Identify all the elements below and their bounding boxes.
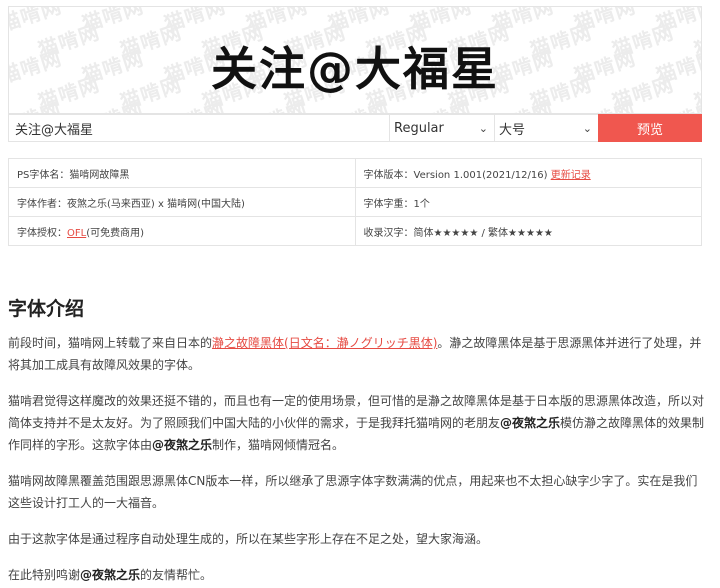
intro-paragraph: 猫啃君觉得这样魔改的效果还挺不错的，而且也有一定的使用场景，但可惜的是瀞之故障黑… <box>8 390 708 456</box>
license-cell: 字体授权：OFL(可免费商用) <box>8 216 356 246</box>
changelog-link[interactable]: 更新记录 <box>551 170 591 181</box>
author-mention: @夜煞之乐 <box>500 416 561 430</box>
preview-controls: Regular ⌄ 大号 ⌄ 预览 <box>8 114 702 142</box>
preview-text: 关注@大福星 <box>211 42 499 96</box>
intro-paragraph: 前段时间，猫啃网上转载了来自日本的瀞之故障黑体(日文名：瀞ノグリッチ黒体)。瀞之… <box>8 332 708 376</box>
size-select-value: 大号 <box>499 122 526 138</box>
info-row: 字体作者：夜煞之乐(马来西亚) x 猫啃网(中国大陆) 字体字重：1个 <box>8 187 702 217</box>
preview-text-input[interactable] <box>8 114 389 142</box>
weight-count-cell: 字体字重：1个 <box>354 187 702 217</box>
source-font-link[interactable]: 瀞之故障黑体(日文名：瀞ノグリッチ黒体) <box>212 336 437 350</box>
intro-content: 前段时间，猫啃网上转载了来自日本的瀞之故障黑体(日文名：瀞ノグリッチ黒体)。瀞之… <box>8 332 708 588</box>
info-row: PS字体名：猫啃网故障黑 字体版本：Version 1.001(2021/12/… <box>8 158 702 188</box>
weight-select[interactable]: Regular ⌄ <box>389 114 494 142</box>
text-span: 的友情帮忙。 <box>140 568 213 582</box>
license-link[interactable]: OFL <box>67 228 86 239</box>
author-mention: @夜煞之乐 <box>152 438 213 452</box>
intro-paragraph: 由于这款字体是通过程序自动处理生成的，所以在某些字形上存在不足之处，望大家海涵。 <box>8 532 489 546</box>
version-cell: 字体版本：Version 1.001(2021/12/16) 更新记录 <box>354 158 702 188</box>
version-text: 字体版本：Version 1.001(2021/12/16) <box>363 169 551 181</box>
chevron-down-icon: ⌄ <box>478 121 488 135</box>
weight-select-value: Regular <box>394 120 444 136</box>
font-info-table: PS字体名：猫啃网故障黑 字体版本：Version 1.001(2021/12/… <box>8 158 702 246</box>
font-preview-area: 猫啃网 猫啃网 猫啃网 猫啃网 猫啃网 猫啃网 猫啃网 猫啃网 猫啃网 猫啃网 猫啃网 猫啃网 猫啃网猫… <box>8 6 702 114</box>
license-suffix: (可免费商用) <box>86 227 145 239</box>
author-cell: 字体作者：夜煞之乐(马来西亚) x 猫啃网(中国大陆) <box>8 187 356 217</box>
text-span: 制作，猫啃网倾情冠名。 <box>212 438 345 452</box>
coverage-cell: 收录汉字：简体★★★★★ / 繁体★★★★★ <box>354 216 702 246</box>
info-row: 字体授权：OFL(可免费商用) 收录汉字：简体★★★★★ / 繁体★★★★★ <box>8 216 702 246</box>
author-mention: @夜煞之乐 <box>80 568 141 582</box>
text-span: 前段时间，猫啃网上转载了来自日本的 <box>8 336 213 350</box>
ps-name-cell: PS字体名：猫啃网故障黑 <box>8 158 356 188</box>
chevron-down-icon: ⌄ <box>582 121 592 135</box>
text-span: 在此特别鸣谢 <box>8 568 81 582</box>
license-label: 字体授权： <box>17 227 67 239</box>
size-select[interactable]: 大号 ⌄ <box>494 114 598 142</box>
intro-paragraph: 在此特别鸣谢@夜煞之乐的友情帮忙。 <box>8 564 708 586</box>
preview-button[interactable]: 预览 <box>598 114 702 142</box>
intro-paragraph: 猫啃网故障黑覆盖范围跟思源黑体CN版本一样，所以继承了思源字体字数满满的优点，用… <box>8 474 698 510</box>
section-title: 字体介绍 <box>8 298 85 320</box>
